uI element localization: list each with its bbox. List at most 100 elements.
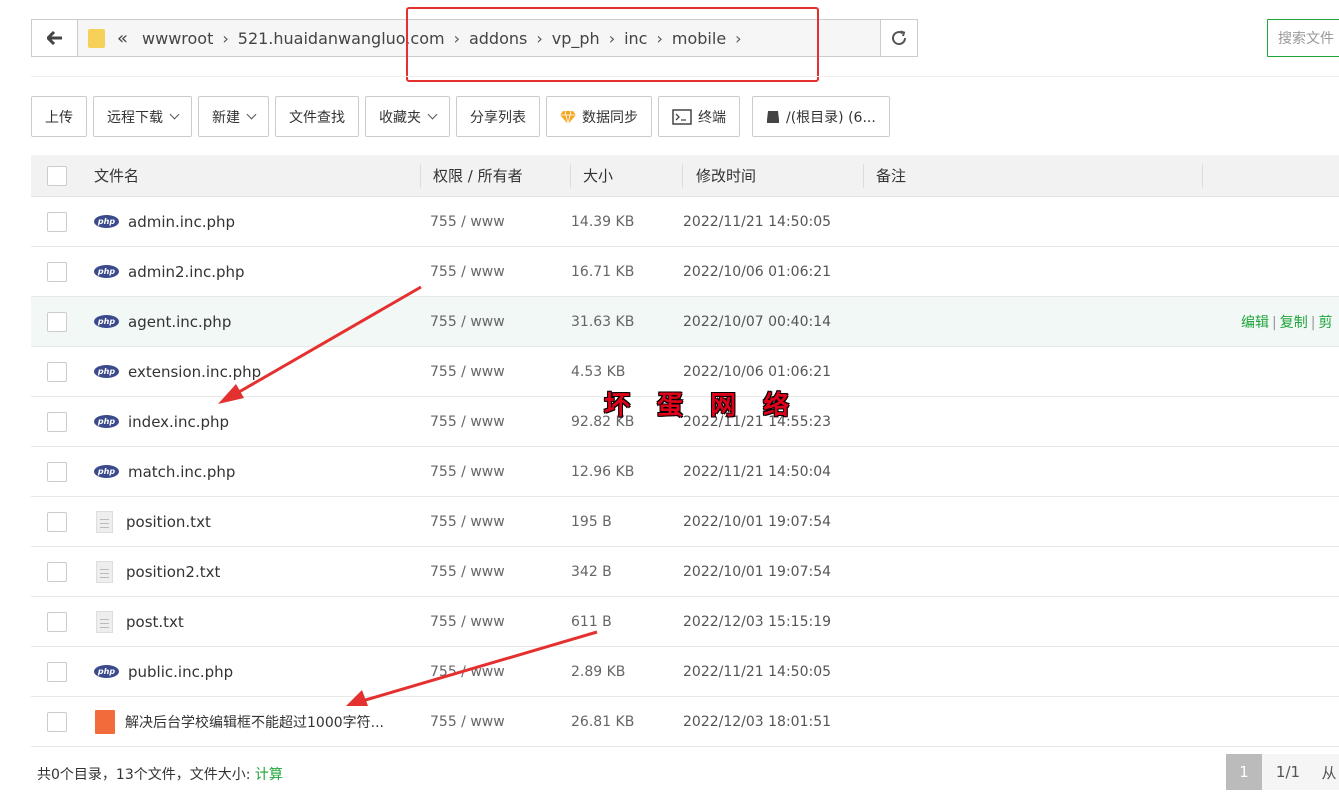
header-mtime[interactable]: 修改时间 <box>683 155 864 196</box>
file-name[interactable]: post.txt <box>126 613 184 631</box>
file-name[interactable]: index.inc.php <box>128 413 229 431</box>
file-search-button[interactable]: 文件查找 <box>275 96 359 137</box>
row-checkbox[interactable] <box>47 561 67 582</box>
page-current[interactable]: 1 <box>1226 754 1262 790</box>
row-checkbox[interactable] <box>47 261 67 282</box>
crumb-domain[interactable]: 521.huaidanwangluo.com <box>238 29 445 48</box>
search-input[interactable]: 搜索文件 <box>1267 19 1339 57</box>
edit-link[interactable]: 编辑 <box>1241 315 1269 331</box>
table-row[interactable]: 解决后台学校编辑框不能超过1000字符... 755 / www 26.81 K… <box>31 697 1339 747</box>
table-row[interactable]: position.txt 755 / www 195 B 2022/10/01 … <box>31 497 1339 547</box>
file-name-cell[interactable]: php admin2.inc.php <box>83 263 421 281</box>
file-perm[interactable]: 755 / www <box>421 414 571 430</box>
crumb-wwwroot[interactable]: wwwroot <box>142 29 213 48</box>
chevron-down-icon <box>427 109 438 120</box>
file-name-cell[interactable]: php agent.inc.php <box>83 313 421 331</box>
file-name[interactable]: admin2.inc.php <box>128 263 245 281</box>
crumb-vp-ph[interactable]: vp_ph <box>552 29 600 48</box>
refresh-button[interactable] <box>880 20 917 56</box>
upload-button[interactable]: 上传 <box>31 96 87 137</box>
file-mtime: 2022/10/07 00:40:14 <box>683 313 832 330</box>
table-row[interactable]: php admin.inc.php 755 / www 14.39 KB 2022… <box>31 197 1339 247</box>
calculate-link[interactable]: 计算 <box>255 767 283 783</box>
file-perm[interactable]: 755 / www <box>421 364 571 380</box>
file-name[interactable]: public.inc.php <box>128 663 233 681</box>
remote-download-button[interactable]: 远程下载 <box>93 96 192 137</box>
chevron-right-icon[interactable]: › <box>735 29 741 48</box>
header-size[interactable]: 大小 <box>571 155 683 196</box>
php-file-icon: php <box>94 315 119 328</box>
file-size: 26.81 KB <box>571 713 635 730</box>
row-checkbox[interactable] <box>47 311 67 332</box>
file-perm[interactable]: 755 / www <box>421 514 571 530</box>
favorites-button[interactable]: 收藏夹 <box>365 96 450 137</box>
crumb-mobile[interactable]: mobile <box>672 29 726 48</box>
file-name-cell[interactable]: php match.inc.php <box>83 463 421 481</box>
table-row[interactable]: php match.inc.php 755 / www 12.96 KB 2022… <box>31 447 1339 497</box>
file-perm[interactable]: 755 / www <box>421 214 571 230</box>
page-from: 从 <box>1314 754 1339 790</box>
file-name[interactable]: extension.inc.php <box>128 363 261 381</box>
file-name[interactable]: position2.txt <box>126 563 220 581</box>
table-row[interactable]: php agent.inc.php 755 / www 31.63 KB 2022… <box>31 297 1339 347</box>
file-name[interactable]: admin.inc.php <box>128 213 235 231</box>
chevron-right-icon: › <box>656 28 663 48</box>
row-checkbox[interactable] <box>47 461 67 482</box>
row-checkbox[interactable] <box>47 211 67 232</box>
file-name-cell[interactable]: php index.inc.php <box>83 413 421 431</box>
file-name-cell[interactable]: php extension.inc.php <box>83 363 421 381</box>
file-perm[interactable]: 755 / www <box>421 464 571 480</box>
row-checkbox[interactable] <box>47 361 67 382</box>
file-name-cell[interactable]: 解决后台学校编辑框不能超过1000字符... <box>83 709 421 734</box>
file-mtime: 2022/11/21 14:50:04 <box>683 463 832 480</box>
row-checkbox[interactable] <box>47 611 67 632</box>
header-name[interactable]: 文件名 <box>83 155 421 196</box>
crumb-addons[interactable]: addons <box>469 29 527 48</box>
file-name-cell[interactable]: post.txt <box>83 610 421 633</box>
file-mtime: 2022/11/21 14:50:05 <box>683 213 832 230</box>
text-file-icon <box>96 610 113 633</box>
file-search-label: 文件查找 <box>289 109 345 126</box>
row-checkbox[interactable] <box>47 411 67 432</box>
select-all-checkbox[interactable] <box>47 165 67 186</box>
terminal-button[interactable]: 终端 <box>658 96 740 137</box>
file-perm[interactable]: 755 / www <box>421 564 571 580</box>
file-name[interactable]: agent.inc.php <box>128 313 231 331</box>
file-perm[interactable]: 755 / www <box>421 314 571 330</box>
action-divider: | <box>1310 314 1316 331</box>
back-button[interactable] <box>32 20 78 56</box>
file-size: 342 B <box>571 563 612 580</box>
file-size: 16.71 KB <box>571 263 635 280</box>
row-checkbox[interactable] <box>47 711 67 732</box>
double-chevron-left-icon[interactable]: « <box>117 28 128 49</box>
file-perm[interactable]: 755 / www <box>421 714 571 730</box>
file-name-cell[interactable]: position.txt <box>83 510 421 533</box>
share-list-button[interactable]: 分享列表 <box>456 96 540 137</box>
table-row[interactable]: position2.txt 755 / www 342 B 2022/10/01… <box>31 547 1339 597</box>
root-dir-button[interactable]: /(根目录) (6... <box>752 96 890 137</box>
remote-download-label: 远程下载 <box>107 109 163 126</box>
file-perm[interactable]: 755 / www <box>421 264 571 280</box>
row-checkbox[interactable] <box>47 661 67 682</box>
row-checkbox[interactable] <box>47 511 67 532</box>
file-name[interactable]: match.inc.php <box>128 463 235 481</box>
header-perm[interactable]: 权限 / 所有者 <box>421 155 571 196</box>
data-sync-button[interactable]: 数据同步 <box>546 96 652 137</box>
row-actions: 编辑 | 复制 | 剪 <box>1241 312 1332 332</box>
file-name-cell[interactable]: php public.inc.php <box>83 663 421 681</box>
file-perm[interactable]: 755 / www <box>421 664 571 680</box>
table-row[interactable]: php admin2.inc.php 755 / www 16.71 KB 202… <box>31 247 1339 297</box>
file-perm[interactable]: 755 / www <box>421 614 571 630</box>
file-mtime: 2022/10/06 01:06:21 <box>683 263 832 280</box>
file-name-cell[interactable]: php admin.inc.php <box>83 213 421 231</box>
crumb-inc[interactable]: inc <box>624 29 647 48</box>
table-row[interactable]: post.txt 755 / www 611 B 2022/12/03 15:1… <box>31 597 1339 647</box>
file-name[interactable]: 解决后台学校编辑框不能超过1000字符... <box>125 712 384 732</box>
copy-link[interactable]: 复制 <box>1280 315 1308 331</box>
file-name[interactable]: position.txt <box>126 513 211 531</box>
file-name-cell[interactable]: position2.txt <box>83 560 421 583</box>
table-row[interactable]: php public.inc.php 755 / www 2.89 KB 2022… <box>31 647 1339 697</box>
toolbar: 上传 远程下载 新建 文件查找 收藏夹 分享列表 数据同步 终端 /(根目录) … <box>31 96 890 137</box>
cut-link[interactable]: 剪 <box>1318 315 1332 331</box>
new-button[interactable]: 新建 <box>198 96 269 137</box>
